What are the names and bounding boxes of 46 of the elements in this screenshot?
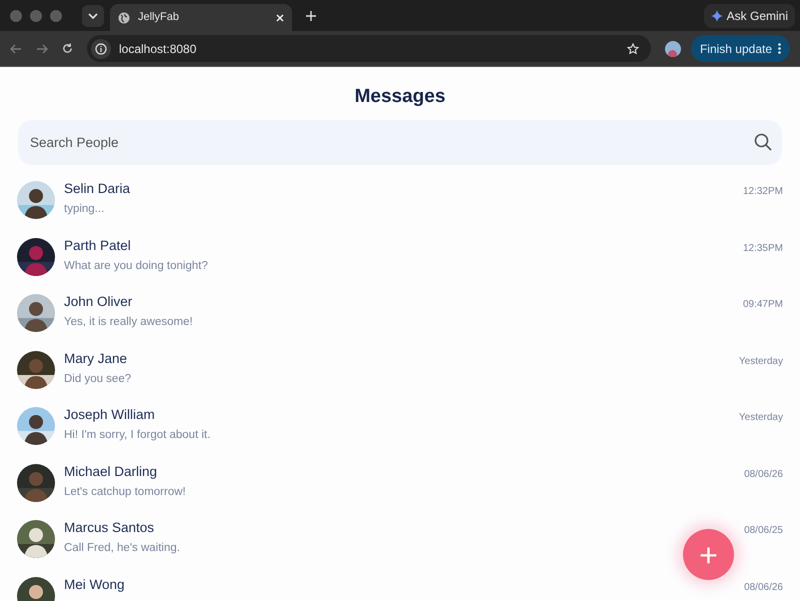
back-arrow-icon[interactable] bbox=[10, 44, 22, 54]
search-icon[interactable] bbox=[754, 133, 772, 151]
message-preview: Did you see? bbox=[64, 372, 132, 386]
close-icon[interactable] bbox=[276, 14, 284, 22]
search-field[interactable]: Search People bbox=[18, 120, 782, 165]
message-time: 12:32PM bbox=[742, 185, 783, 199]
globe-icon bbox=[118, 12, 130, 24]
message-time: Yesterday bbox=[738, 411, 783, 425]
sparkle-icon bbox=[710, 10, 723, 22]
forward-arrow-icon[interactable] bbox=[36, 44, 48, 54]
browser-tab[interactable]: JellyFab bbox=[110, 4, 292, 31]
message-time: 09:47PM bbox=[742, 298, 783, 312]
chevron-down-icon bbox=[88, 12, 98, 18]
window-controls-icon[interactable] bbox=[10, 10, 62, 22]
address-bar[interactable]: localhost:8080 bbox=[87, 35, 651, 62]
ask-gemini-button[interactable]: Ask Gemini bbox=[704, 4, 795, 28]
finish-update-button[interactable]: Finish update bbox=[690, 35, 790, 62]
message-preview: Hi! I'm sorry, I forgot about it. bbox=[64, 428, 212, 442]
url-text: localhost:8080 bbox=[119, 40, 198, 58]
contact-name: Michael Darling bbox=[64, 464, 158, 480]
star-icon[interactable] bbox=[626, 42, 639, 54]
message-time: Yesterday bbox=[738, 354, 783, 368]
message-time: 08/06/26 bbox=[744, 580, 783, 594]
contact-name: John Oliver bbox=[64, 294, 134, 310]
contact-name: Selin Daria bbox=[64, 181, 132, 197]
message-preview: Yes, it is really awesome! bbox=[64, 315, 194, 329]
contact-name: Mei Wong bbox=[64, 576, 126, 592]
message-preview: typing... bbox=[64, 202, 106, 216]
new-tab-icon[interactable] bbox=[306, 10, 316, 20]
contact-name: Mary Jane bbox=[64, 350, 128, 366]
contact-name: Parth Patel bbox=[64, 238, 132, 254]
message-time: 08/06/26 bbox=[744, 468, 783, 482]
message-preview: What are you doing tonight? bbox=[64, 258, 209, 272]
contact-name: Joseph William bbox=[64, 407, 156, 423]
message-time: 08/06/25 bbox=[744, 524, 783, 538]
page-title: Messages bbox=[354, 85, 446, 109]
contact-name: Marcus Santos bbox=[64, 520, 156, 536]
tab-list-button[interactable] bbox=[82, 4, 104, 26]
message-preview: Let's catchup tomorrow! bbox=[64, 484, 187, 498]
message-time: 12:35PM bbox=[742, 242, 783, 256]
more-icon[interactable] bbox=[778, 43, 781, 54]
message-preview: Call Fred, he's waiting. bbox=[64, 541, 181, 555]
info-icon[interactable] bbox=[95, 42, 107, 54]
profile-avatar[interactable] bbox=[664, 40, 681, 56]
tab-title: JellyFab bbox=[138, 10, 180, 26]
reload-icon[interactable] bbox=[62, 43, 73, 54]
